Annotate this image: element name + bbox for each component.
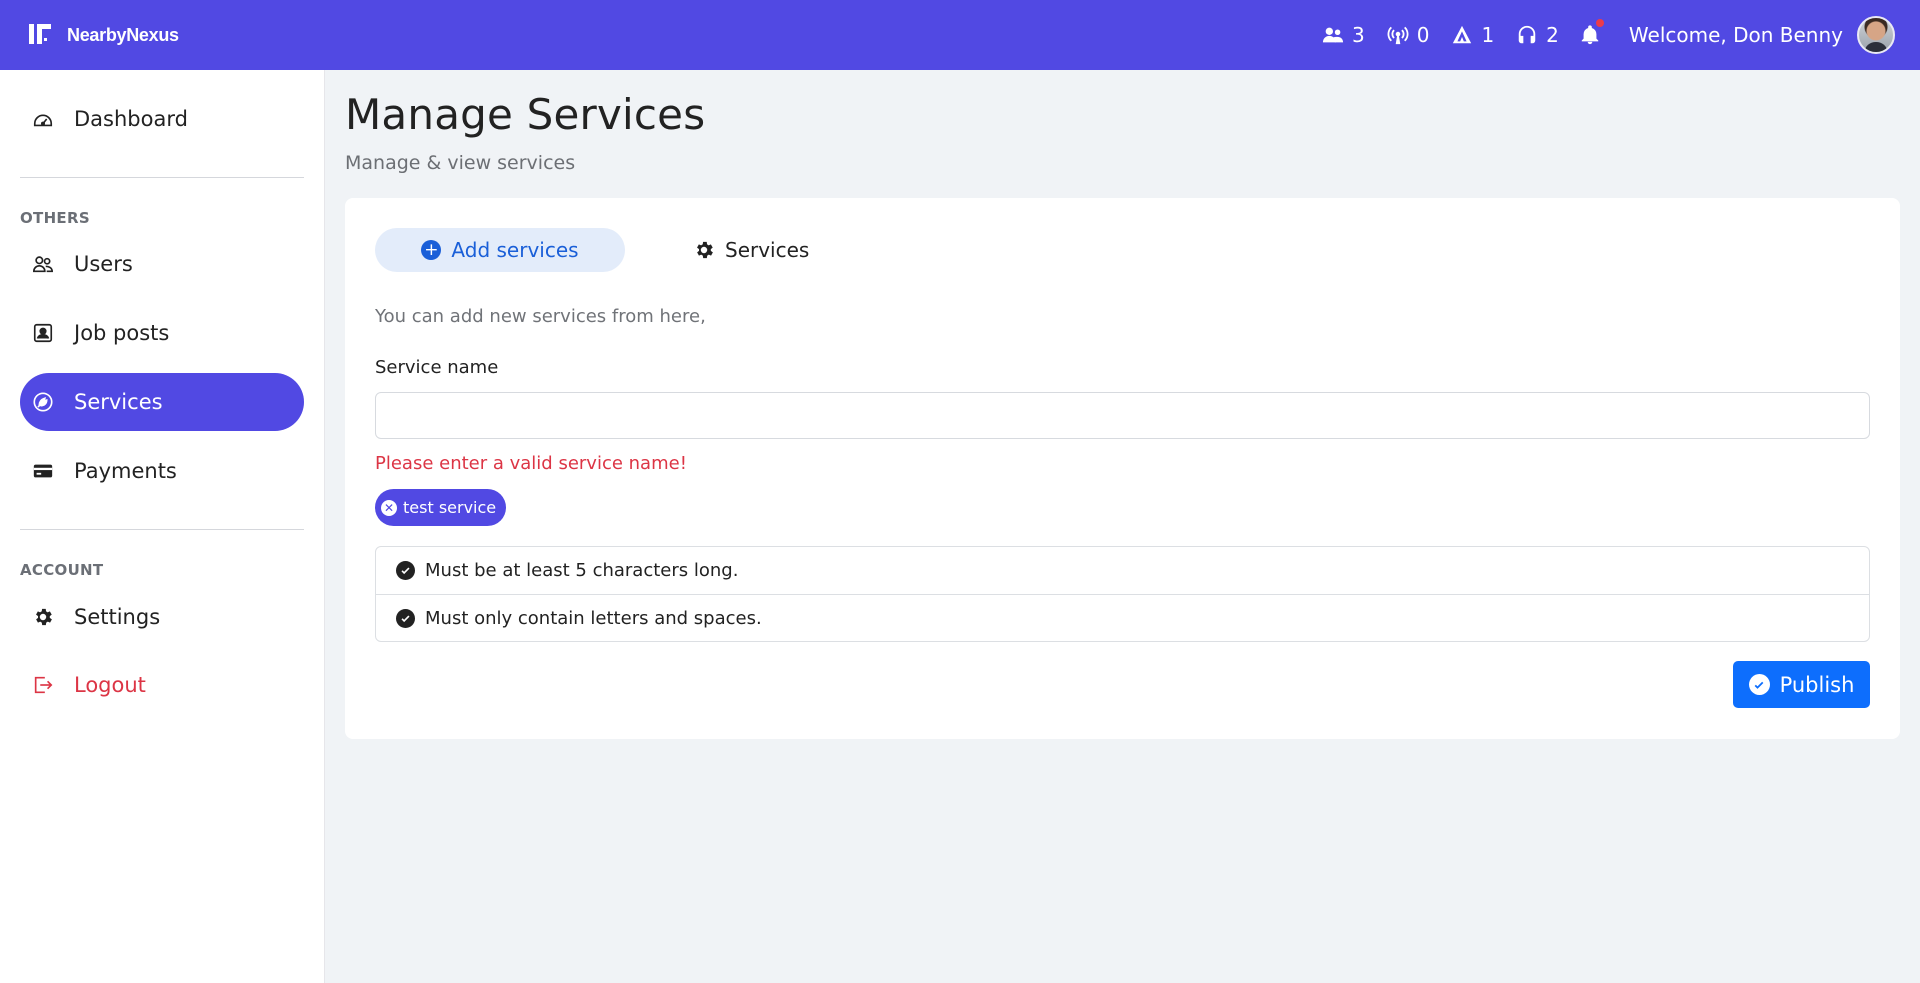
support-count[interactable]: 2: [1516, 23, 1559, 47]
service-name-input[interactable]: [375, 392, 1870, 439]
headset-icon: [1518, 25, 1536, 44]
sidebar-item-label: Users: [74, 252, 133, 276]
rule-item: Must be at least 5 characters long.: [376, 547, 1869, 594]
services-card: + Add services Services You can add new …: [345, 198, 1900, 739]
sidebar-item-logout[interactable]: Logout: [20, 656, 304, 714]
sidebar: Dashboard OTHERS Users Job posts Service…: [0, 70, 325, 983]
credit-card-icon: [32, 460, 54, 482]
publish-button[interactable]: Publish: [1733, 661, 1870, 708]
broadcast-icon: [1387, 26, 1409, 45]
gear-icon: [32, 606, 54, 628]
tab-label: Services: [725, 238, 810, 262]
service-chip: ✕ test service: [375, 489, 507, 526]
services-icon: [32, 391, 54, 413]
section-label-account: ACCOUNT: [20, 561, 104, 579]
sidebar-item-label: Payments: [74, 459, 177, 483]
brand[interactable]: NearbyNexus: [29, 24, 179, 46]
check-circle-icon: [1748, 674, 1770, 695]
job-posts-icon: [32, 322, 54, 344]
notification-dot: [1595, 19, 1604, 27]
users-count-value: 3: [1351, 23, 1365, 47]
check-circle-icon: [396, 608, 415, 628]
support-count-value: 2: [1546, 23, 1559, 47]
tab-add-services[interactable]: + Add services: [375, 228, 625, 272]
notifications-button[interactable]: [1579, 19, 1604, 46]
check-circle-icon: [396, 561, 415, 580]
remove-chip-icon[interactable]: ✕: [381, 499, 397, 516]
sidebar-item-label: Job posts: [74, 321, 170, 345]
broadcast-count-value: 0: [1416, 23, 1430, 47]
page-subtitle: Manage & view services: [345, 152, 576, 174]
bell-icon: [1581, 25, 1599, 45]
sidebar-item-job-posts[interactable]: Job posts: [20, 304, 304, 362]
tabs: + Add services Services: [375, 228, 809, 272]
section-label-others: OTHERS: [20, 209, 90, 227]
users-count[interactable]: 3: [1322, 23, 1365, 47]
sidebar-item-payments[interactable]: Payments: [20, 442, 304, 500]
tent-count-value: 1: [1481, 23, 1495, 47]
avatar[interactable]: [1857, 16, 1895, 54]
rule-text: Must only contain letters and spaces.: [425, 607, 762, 629]
form-hint: You can add new services from here,: [375, 306, 706, 327]
rule-text: Must be at least 5 characters long.: [425, 560, 739, 581]
sidebar-item-services[interactable]: Services: [20, 373, 304, 431]
sidebar-item-dashboard[interactable]: Dashboard: [20, 90, 304, 148]
validation-error: Please enter a valid service name!: [375, 453, 687, 474]
top-bar: NearbyNexus 3 0 1 2 Welcome, Don Benny: [0, 0, 1920, 70]
validation-rules: Must be at least 5 characters long. Must…: [375, 546, 1870, 642]
sidebar-item-label: Logout: [74, 673, 146, 697]
sidebar-item-label: Settings: [74, 605, 161, 629]
sidebar-item-label: Dashboard: [74, 107, 188, 131]
chip-label: test service: [403, 498, 497, 517]
welcome-text[interactable]: Welcome, Don Benny: [1629, 23, 1843, 47]
rule-item: Must only contain letters and spaces.: [376, 594, 1869, 641]
gear-icon: [697, 241, 713, 259]
sidebar-divider: [20, 177, 304, 178]
page-title: Manage Services: [345, 90, 706, 139]
users-icon: [1322, 27, 1344, 43]
logout-icon: [32, 674, 54, 696]
sidebar-item-settings[interactable]: Settings: [20, 588, 304, 646]
tab-services[interactable]: Services: [693, 228, 809, 272]
sidebar-item-label: Services: [74, 390, 163, 414]
sidebar-divider: [20, 529, 304, 530]
sidebar-item-users[interactable]: Users: [20, 235, 304, 293]
broadcast-count[interactable]: 0: [1387, 23, 1430, 47]
users-icon: [32, 253, 54, 275]
service-name-label: Service name: [375, 357, 499, 378]
plus-circle-icon: +: [421, 240, 442, 260]
tent-icon: [1453, 25, 1472, 44]
brand-logo-icon: [29, 24, 53, 46]
brand-name: NearbyNexus: [67, 24, 179, 45]
tent-count[interactable]: 1: [1451, 23, 1494, 47]
tab-label: Add services: [451, 238, 579, 262]
dashboard-icon: [32, 108, 54, 130]
publish-label: Publish: [1779, 672, 1855, 697]
